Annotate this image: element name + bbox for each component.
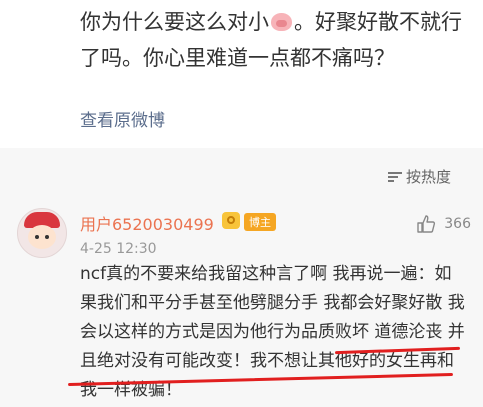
pig-emoji-icon bbox=[271, 13, 292, 31]
weibo-comment-page: 你为什么要这么对小 。好聚好散不就行了吗。你心里难道一点都不痛吗？ 查看原微博 按… bbox=[0, 0, 483, 407]
sort-by-hot-button[interactable]: 按热度 bbox=[387, 166, 451, 187]
comment-username[interactable]: 用户6520030499 bbox=[80, 211, 214, 235]
avatar[interactable] bbox=[17, 208, 67, 258]
view-original-link[interactable]: 查看原微博 bbox=[80, 106, 165, 131]
author-badge: 博主 bbox=[244, 213, 276, 231]
sort-icon bbox=[387, 171, 402, 183]
original-post: 你为什么要这么对小 。好聚好散不就行了吗。你心里难道一点都不痛吗？ 查看原微博 bbox=[0, 0, 483, 148]
like-button[interactable]: 366 bbox=[416, 214, 471, 234]
like-count: 366 bbox=[444, 216, 471, 232]
vip-icon bbox=[222, 212, 240, 229]
comment-timestamp: 4-25 12:30 bbox=[80, 241, 157, 257]
sort-label: 按热度 bbox=[405, 168, 451, 186]
post-text-part1: 你为什么要这么对小 bbox=[80, 10, 269, 34]
post-text: 你为什么要这么对小 。好聚好散不就行了吗。你心里难道一点都不痛吗？ bbox=[80, 4, 470, 76]
comments-section: 按热度 用户6520030499 博主 4-25 12:30 366 ncf真的… bbox=[0, 148, 483, 407]
thumbs-up-icon bbox=[417, 215, 436, 233]
